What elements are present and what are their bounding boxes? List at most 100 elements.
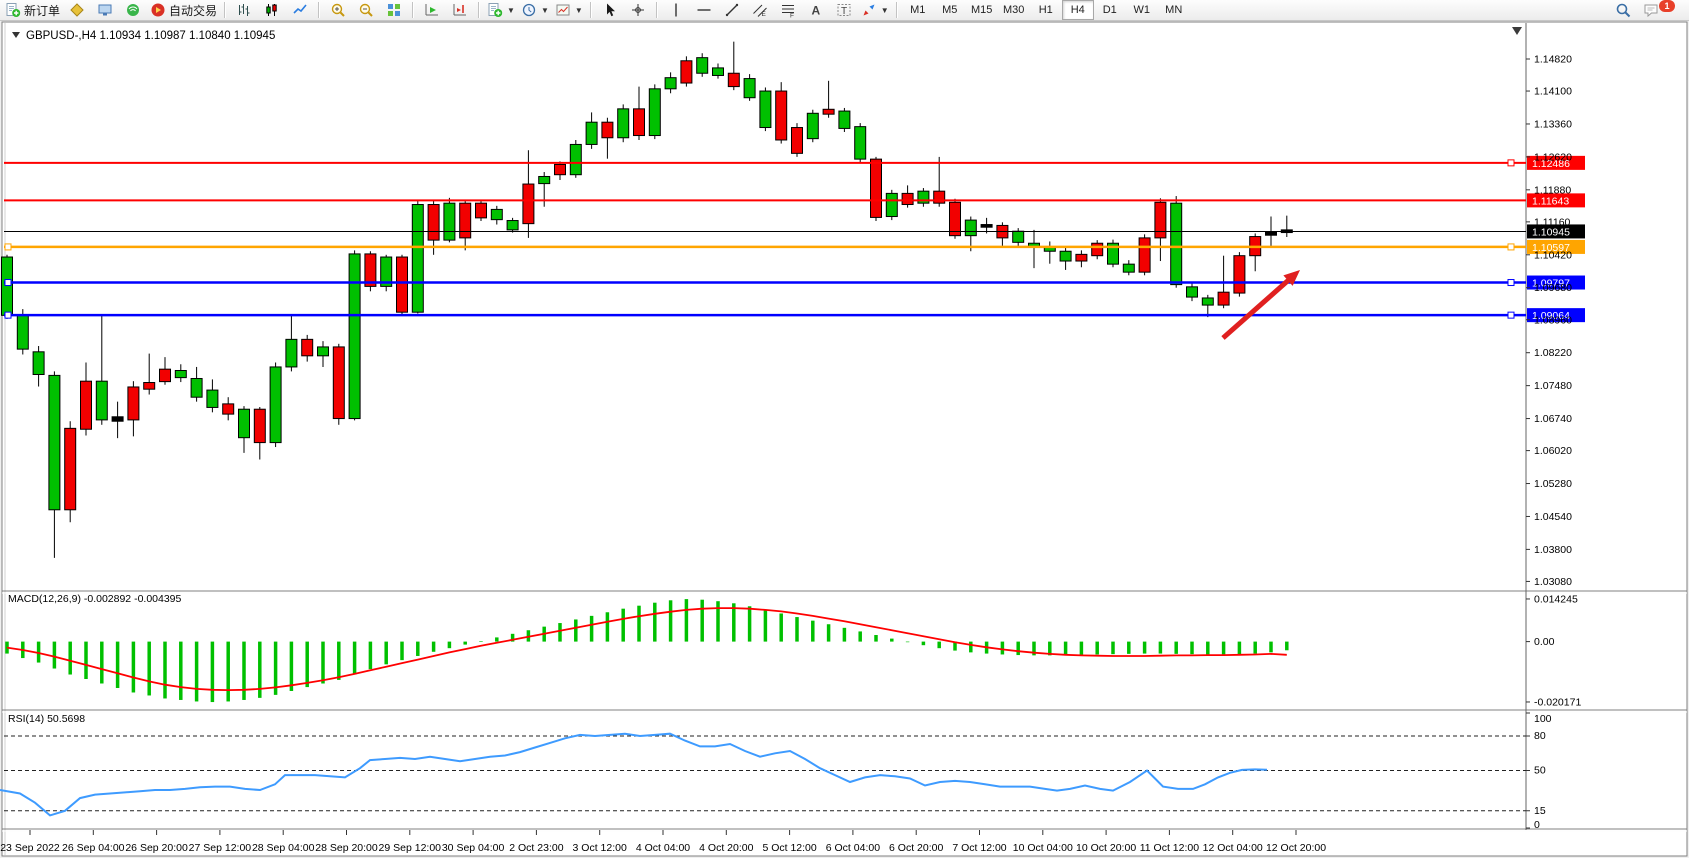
trendline-button[interactable] [718,0,746,21]
timeframe-button-m5[interactable]: M5 [934,0,966,20]
timeframe-button-m15[interactable]: M15 [966,0,998,20]
timeframe-button-m30[interactable]: M30 [998,0,1030,20]
zoom-in-button[interactable] [324,0,352,21]
candle-body [649,89,660,136]
chart-area: 1.124861.116431.109451.105971.097971.090… [0,0,1689,858]
candle-body [1076,254,1087,261]
cursor-button[interactable] [596,0,624,21]
candle-body [586,122,597,144]
chevron-down-icon[interactable]: ▼ [881,6,889,15]
chart-title: GBPUSD-,H4 1.10934 1.10987 1.10840 1.109… [26,30,275,42]
autotrade-button[interactable]: 自动交易 [147,0,220,21]
chart-shift-button[interactable] [446,0,474,21]
data-feed-button[interactable] [119,0,147,21]
time-tick-label: 6 Oct 20:00 [889,842,943,854]
cursor-icon [602,2,618,18]
candle-body [918,191,929,203]
new-order-button[interactable]: 新订单 [2,0,63,21]
timeframe-button-d1[interactable]: D1 [1094,0,1126,20]
candle-body [823,109,834,114]
templates-button[interactable]: ▼ [552,0,586,21]
candle-body [1139,238,1150,272]
svg-text:F: F [790,13,794,19]
macd-tick-label: -0.020171 [1534,696,1581,708]
svg-text:E: E [761,11,766,18]
hline-handle[interactable] [5,312,11,318]
periods-button[interactable]: ▼ [518,0,552,21]
newchart-icon [487,2,503,18]
time-tick-label: 28 Sep 20:00 [315,842,378,854]
search-icon[interactable] [1609,0,1637,21]
line-chart-button[interactable] [286,0,314,21]
candle-body [144,383,155,390]
equidistant-channel-button[interactable]: E [746,0,774,21]
hline-button[interactable] [690,0,718,21]
candle-body [17,315,28,349]
new-chart-button[interactable]: ▼ [484,0,518,21]
candle-body [302,339,313,355]
doc-plus-icon [5,2,21,18]
time-tick-label: 30 Sep 04:00 [442,842,505,854]
text-button[interactable]: A [802,0,830,21]
fibo-icon: F [780,2,796,18]
rsi-tick-label: 80 [1534,730,1546,742]
timeframe-button-w1[interactable]: W1 [1126,0,1158,20]
candle-chart-button[interactable] [258,0,286,21]
bar-chart-button[interactable] [230,0,258,21]
price-tick-label: 1.08220 [1534,347,1572,359]
time-tick-label: 28 Sep 04:00 [252,842,315,854]
candle-body [744,79,755,98]
price-tick-label: 1.13360 [1534,118,1572,130]
clock-icon [521,2,537,18]
chevron-down-icon[interactable]: ▼ [541,6,549,15]
hline-handle[interactable] [1508,160,1514,166]
hline-handle[interactable] [1508,280,1514,286]
vline-button[interactable] [662,0,690,21]
zoom-out-button[interactable] [352,0,380,21]
chevron-down-icon[interactable]: ▼ [507,6,515,15]
chevron-down-icon[interactable]: ▼ [575,6,583,15]
candle-body [96,381,107,420]
crosshair-button[interactable] [624,0,652,21]
timeframe-button-h1[interactable]: H1 [1030,0,1062,20]
candle-body [602,122,613,138]
timeframe-button-mn[interactable]: MN [1158,0,1190,20]
candle-body [397,257,408,312]
hline-handle[interactable] [1508,244,1514,250]
metatrader-window: 新订单自动交易▼▼▼EFAT▼M1M5M15M30H1H4D1W1MN1 1.1… [0,0,1689,858]
price-tick-label: 1.10420 [1534,249,1572,261]
candle-body [760,91,771,127]
timeframe-button-m1[interactable]: M1 [902,0,934,20]
hline-handle[interactable] [1508,312,1514,318]
price-tick-label: 1.11160 [1534,216,1571,228]
timeframe-button-h4[interactable]: H4 [1062,0,1094,20]
macd-label: MACD(12,26,9) -0.002892 -0.004395 [8,593,182,605]
hline-handle[interactable] [5,280,11,286]
macd-tick-label: 0.014245 [1534,593,1578,605]
candle-body [476,203,487,218]
hline-handle[interactable] [5,244,11,250]
rsi-tick-label: 0 [1534,819,1540,831]
time-tick-label: 11 Oct 12:00 [1140,842,1200,854]
tile-windows-button[interactable] [380,0,408,21]
label-button[interactable]: T [830,0,858,21]
toolbar-separator [318,2,320,18]
candle-body [270,367,281,443]
labelT-icon: T [836,2,852,18]
auto-scroll-button[interactable] [418,0,446,21]
candle-body [1060,251,1071,261]
candle-body [254,409,265,442]
candle-body [871,159,882,217]
toolbar-separator [412,2,414,18]
candle-body [523,184,534,224]
market-depth-button[interactable] [63,0,91,21]
toolbar-separator [478,2,480,18]
market-watch-button[interactable] [91,0,119,21]
price-label-text: 1.11643 [1532,195,1569,207]
fibonacci-button[interactable]: F [774,0,802,21]
arrows-button[interactable]: ▼ [858,0,892,21]
candle-body [128,387,139,420]
time-tick-label: 4 Oct 20:00 [699,842,753,854]
svg-text:T: T [841,6,847,17]
candle-body [886,193,897,216]
